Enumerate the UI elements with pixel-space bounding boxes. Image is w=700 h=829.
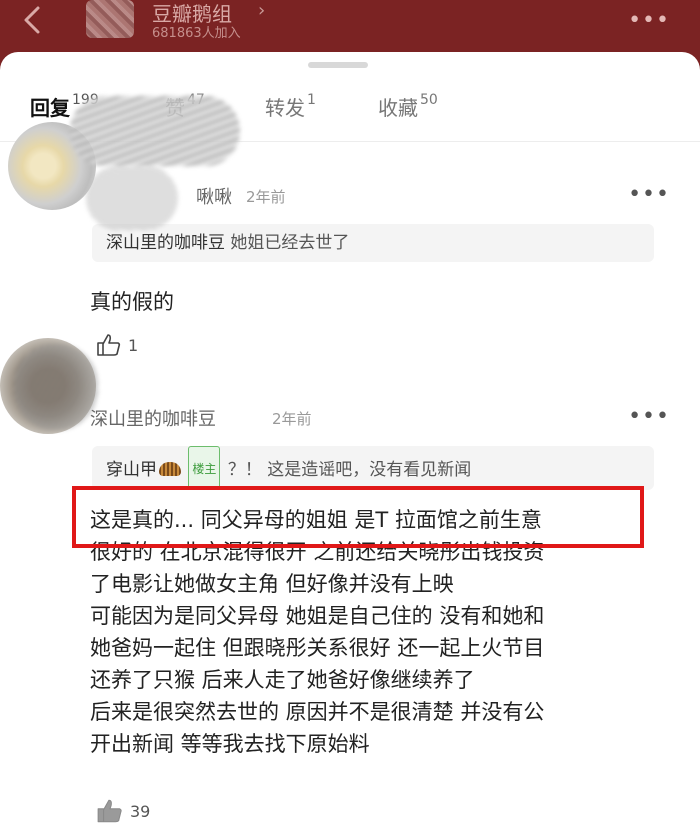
quoted-text: ？！ 这是造谣吧，没有看见新闻 xyxy=(227,460,472,480)
comment-line: 真的假的 xyxy=(90,290,174,314)
tab-reposts[interactable]: 转发 1 xyxy=(265,92,316,121)
hedgehog-icon xyxy=(159,462,181,476)
thumbs-up-outline-icon xyxy=(97,334,121,356)
redaction-scribble xyxy=(70,96,240,166)
tab-favorites[interactable]: 收藏 50 xyxy=(378,92,438,121)
redaction-scribble xyxy=(86,166,178,230)
comment-line: 还养了只猴 后来人走了她爸好像继续养了 xyxy=(90,668,475,692)
like-button[interactable]: 39 xyxy=(96,798,150,824)
quoted-text: 她姐已经去世了 xyxy=(230,233,350,253)
tab-label: 转发 xyxy=(265,96,305,120)
more-options-icon[interactable]: ••• xyxy=(628,182,670,207)
redaction-scribble xyxy=(14,344,98,430)
drag-handle[interactable] xyxy=(308,62,368,68)
tab-count: 50 xyxy=(420,92,438,108)
more-options-icon[interactable]: ••• xyxy=(628,8,670,33)
tab-label: 回复 xyxy=(30,96,70,120)
like-button[interactable]: 1 xyxy=(96,333,138,357)
comment-line: 后来是很突然去世的 原因并不是很清楚 并没有公 xyxy=(90,700,545,724)
quoted-reply[interactable]: 穿山甲 楼主 ？！ 这是造谣吧，没有看见新闻 xyxy=(92,446,654,490)
comment-line: 她爸妈一起住 但跟晓彤关系很好 还一起上火节目 xyxy=(90,636,545,660)
quoted-reply[interactable]: 深山里的咖啡豆 她姐已经去世了 xyxy=(92,224,654,262)
comment-line: 开出新闻 等等我去找下原始料 xyxy=(90,732,370,756)
group-thumbnail[interactable] xyxy=(86,0,134,38)
more-options-icon[interactable]: ••• xyxy=(628,404,670,429)
quoted-username[interactable]: 穿山甲 xyxy=(106,460,157,480)
comment-time: 2年前 xyxy=(246,188,286,206)
comment-line: 了电影让她做女主角 但好像并没有上映 xyxy=(90,572,454,596)
comment-time: 2年前 xyxy=(272,410,312,428)
comment-username[interactable]: 深山里的咖啡豆 xyxy=(90,405,216,431)
quoted-username[interactable]: 深山里的咖啡豆 xyxy=(106,233,225,253)
host-badge: 楼主 xyxy=(188,446,221,490)
tab-label: 收藏 xyxy=(378,96,418,120)
group-member-count: 681863人加入 xyxy=(152,26,241,41)
comment-line: 可能因为是同父异母 她姐是自己住的 没有和她和 xyxy=(90,604,545,628)
like-count: 39 xyxy=(130,801,151,821)
comment-username[interactable]: 啾啾 xyxy=(196,183,232,209)
thumbs-up-filled-icon xyxy=(97,799,122,823)
tab-count: 1 xyxy=(307,92,316,108)
highlight-annotation xyxy=(72,486,644,548)
like-count: 1 xyxy=(128,335,139,355)
chevron-right-icon[interactable]: › xyxy=(258,0,265,21)
back-arrow-icon[interactable] xyxy=(14,2,50,38)
comment-body: 真的假的 xyxy=(90,286,174,318)
